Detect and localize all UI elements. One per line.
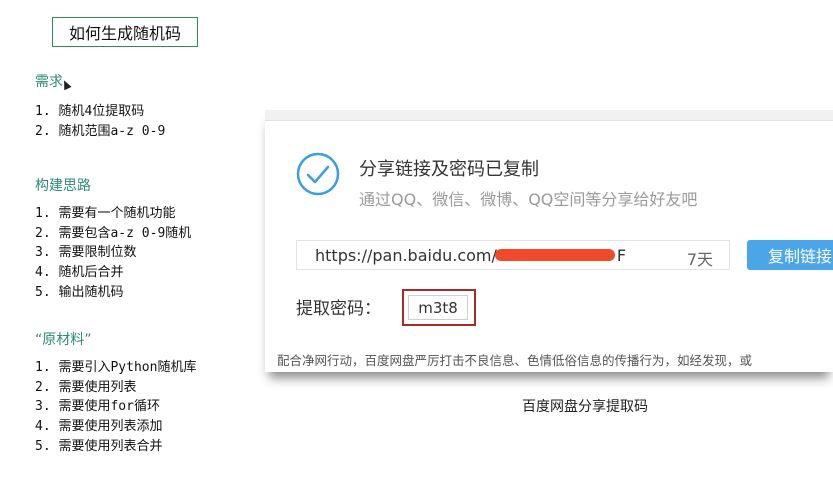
image-caption: 百度网盘分享提取码 bbox=[522, 399, 648, 415]
list-item: 5. 输出随机码 bbox=[35, 284, 124, 300]
list-item: 2. 需要使用列表 bbox=[35, 379, 137, 395]
list-item: 1. 需要有一个随机功能 bbox=[35, 206, 176, 221]
extract-code-label: 提取密码： bbox=[296, 299, 381, 319]
share-link-field[interactable]: https://pan.baidu.com/ F 7天 bbox=[296, 240, 730, 270]
section-heading-approach: 构建思路 bbox=[35, 178, 91, 194]
share-success-subtitle: 通过QQ、微信、微博、QQ空间等分享给好友吧 bbox=[359, 190, 698, 209]
link-expiry: 7天 bbox=[686, 250, 713, 269]
list-item: 1. 需要引入Python随机库 bbox=[35, 360, 197, 375]
doc-title: 如何生成随机码 bbox=[52, 17, 198, 47]
copy-link-button[interactable]: 复制链接 bbox=[747, 240, 833, 270]
list-item: 3. 需要限制位数 bbox=[35, 245, 137, 261]
redaction-mark bbox=[494, 249, 615, 261]
requirements-list: 1. 随机4位提取码 2. 随机范围a-z 0-9 bbox=[35, 102, 165, 141]
list-item: 5. 需要使用列表合并 bbox=[35, 438, 163, 454]
approach-list: 1. 需要有一个随机功能 2. 需要包含a-z 0-9随机 3. 需要限制位数 … bbox=[35, 204, 191, 303]
materials-list: 1. 需要引入Python随机库 2. 需要使用列表 3. 需要使用for循环 … bbox=[35, 358, 196, 457]
check-circle-icon bbox=[296, 152, 340, 196]
extract-code-field[interactable]: m3t8 bbox=[408, 295, 468, 320]
extract-code-highlight: m3t8 bbox=[402, 289, 476, 326]
share-link-prefix: https://pan.baidu.com/ bbox=[315, 245, 497, 265]
policy-notice: 配合净网行动，百度网盘严厉打击不良信息、色情低俗信息的传播行为，如经发现，或 bbox=[277, 353, 753, 368]
list-item: 4. 需要使用列表添加 bbox=[35, 419, 163, 435]
list-item: 1. 随机4位提取码 bbox=[35, 104, 145, 119]
section-heading-requirements: 需求 bbox=[35, 74, 63, 90]
dialog-title-bar bbox=[265, 110, 833, 121]
share-dialog-screenshot: 分享链接及密码已复制 通过QQ、微信、微博、QQ空间等分享给好友吧 https:… bbox=[265, 110, 833, 372]
list-item: 2. 需要包含a-z 0-9随机 bbox=[35, 225, 192, 241]
share-success-title: 分享链接及密码已复制 bbox=[359, 159, 539, 180]
section-heading-materials: “原材料” bbox=[35, 332, 92, 348]
list-item: 2. 随机范围a-z 0-9 bbox=[35, 123, 166, 139]
list-item: 3. 需要使用for循环 bbox=[35, 399, 160, 415]
share-link-suffix: F bbox=[616, 245, 627, 265]
list-item: 4. 随机后合并 bbox=[35, 265, 124, 281]
